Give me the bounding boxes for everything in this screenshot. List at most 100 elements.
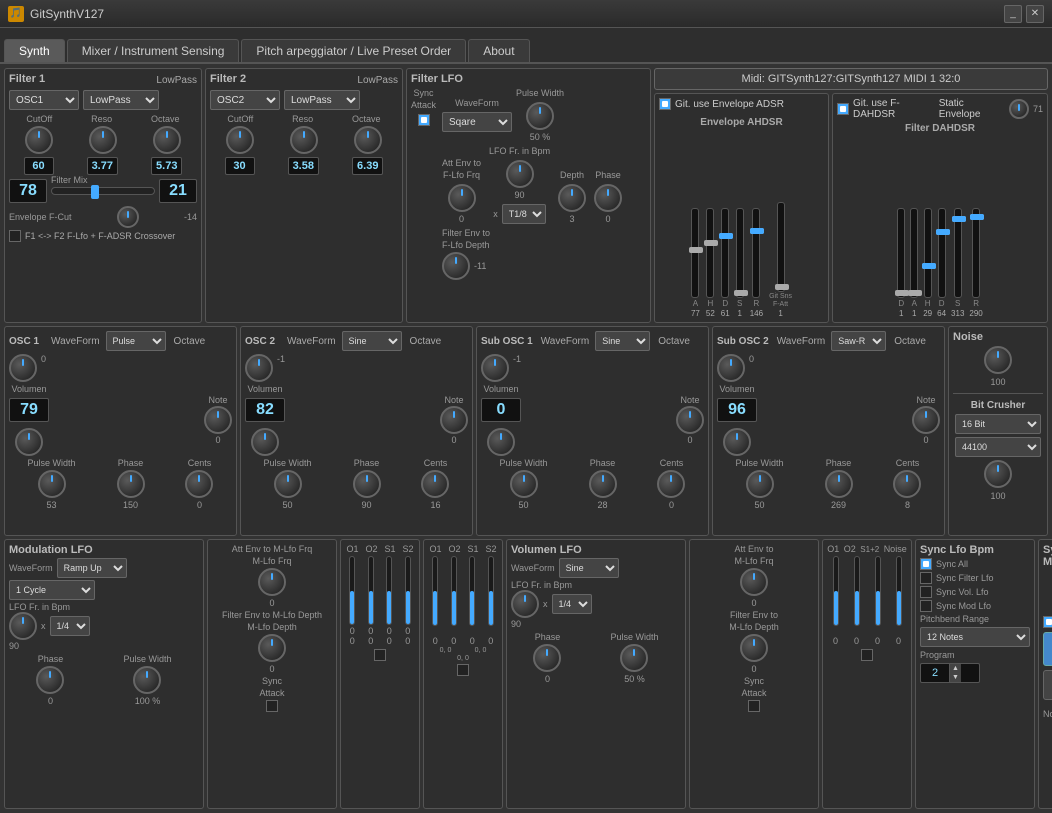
osc1-phase-knob[interactable] [117,470,145,498]
filter2-octave-val[interactable]: 6.39 [352,157,383,175]
filter-mix-val[interactable]: 78 [9,179,47,203]
sub-osc2-vol-knob[interactable] [723,428,751,456]
mod-lfo-t-select[interactable]: 1/4 [50,616,90,636]
osc1-pw-knob[interactable] [38,470,66,498]
filter2-osc-select[interactable]: OSC2 [210,90,280,110]
sub-osc1-note-knob[interactable] [676,406,704,434]
filter2-cutoff-val[interactable]: 30 [225,157,255,175]
transmit-button[interactable]: Transmit this [1043,670,1052,700]
sub-osc2-waveform-select[interactable]: Saw-R [831,331,886,351]
mod-lfo-wf-select[interactable]: Ramp Up [57,558,127,578]
flfo-bpm-knob[interactable] [506,160,534,188]
mod-lfo-phase-knob[interactable] [36,666,64,694]
vol-lfo-pw-knob[interactable] [620,644,648,672]
sync-filter-checkbox[interactable] [920,572,932,584]
program-up-btn[interactable]: ▲ [949,664,961,673]
sub-osc1-vol-val[interactable]: 0 [481,398,521,422]
filter2-octave-knob[interactable] [354,126,382,154]
minimize-button[interactable]: _ [1004,5,1022,23]
filter1-reso-val[interactable]: 3.77 [87,157,118,175]
filter1-cutoff-knob[interactable] [25,126,53,154]
osc2-waveform-knob[interactable] [245,354,273,382]
sync-mod-checkbox[interactable] [920,600,932,612]
osc1-note-knob[interactable] [204,406,232,434]
sub-osc1-phase-knob[interactable] [589,470,617,498]
program-spinbox[interactable]: 2 ▲ ▼ [920,663,980,683]
sync-vol-checkbox[interactable] [920,586,932,598]
osc1-vol-val[interactable]: 79 [9,398,49,422]
osc2-waveform-select[interactable]: Sine [342,331,402,351]
osc1-cents-knob[interactable] [185,470,213,498]
tab-synth[interactable]: Synth [4,39,65,62]
mod-sync-attack-checkbox[interactable] [266,700,278,712]
vol-sync-attack-checkbox[interactable] [748,700,760,712]
sub-osc2-cents-knob[interactable] [893,470,921,498]
vol-vsliders-checkbox[interactable] [861,649,873,661]
filter1-octave-val[interactable]: 5.73 [151,157,182,175]
filter-env-depth-knob[interactable] [442,252,470,280]
flfo-depth-knob[interactable] [558,184,586,212]
filter2-reso-knob[interactable] [290,126,318,154]
sub-osc2-pw-knob[interactable] [746,470,774,498]
filter1-cutoff-val[interactable]: 60 [24,157,54,175]
sub-osc1-waveform-knob[interactable] [481,354,509,382]
mod-lfo-pw-knob[interactable] [133,666,161,694]
noise-knob[interactable] [984,346,1012,374]
program-down-btn[interactable]: ▼ [949,673,961,682]
close-button[interactable]: ✕ [1026,5,1044,23]
git-envelope-adsr-checkbox[interactable] [659,98,671,110]
mod-vsliders1-checkbox[interactable] [374,649,386,661]
osc1-waveform-knob[interactable] [9,354,37,382]
filter1-osc-select[interactable]: OSC1 [9,90,79,110]
vol-lfo-wf-select[interactable]: Sine [559,558,619,578]
osc2-phase-knob[interactable] [353,470,381,498]
sub-osc2-waveform-knob[interactable] [717,354,745,382]
tab-mixer[interactable]: Mixer / Instrument Sensing [67,39,240,62]
osc2-vol-val[interactable]: 82 [245,398,285,422]
sub-osc2-note-knob[interactable] [912,406,940,434]
flfo-pw-knob[interactable] [526,102,554,130]
static-envelope-knob[interactable] [1009,99,1029,119]
mod-att-env-knob[interactable] [258,568,286,596]
filter2-cutoff-knob[interactable] [226,126,254,154]
tab-pitch[interactable]: Pitch arpeggiator / Live Preset Order [241,39,466,62]
osc2-cents-knob[interactable] [421,470,449,498]
filter2-reso-val[interactable]: 3.58 [288,157,319,175]
mod-lfo-cycle-select[interactable]: 1 Cycle [9,580,95,600]
envelope-fcut-val[interactable]: 21 [159,179,197,203]
sub-osc1-cents-knob[interactable] [657,470,685,498]
peak-cutoff-checkbox[interactable] [1043,616,1052,628]
osc2-pw-knob[interactable] [274,470,302,498]
pitchbend-select[interactable]: 12 Notes [920,627,1030,647]
filter1-type-select[interactable]: LowPass [83,90,159,110]
filter-mix-slider[interactable] [51,187,155,195]
filter1-reso-knob[interactable] [89,126,117,154]
sub-osc1-pw-knob[interactable] [510,470,538,498]
mod-vsliders2-checkbox[interactable] [457,664,469,676]
tab-about[interactable]: About [468,39,529,62]
request-preset-button[interactable]: Request Preset [1043,632,1052,666]
vol-lfo-phase-knob[interactable] [533,644,561,672]
envelope-fcut-knob[interactable] [117,206,139,228]
bit-crusher-knob[interactable] [984,460,1012,488]
osc1-vol-knob[interactable] [15,428,43,456]
sub-osc1-vol-knob[interactable] [487,428,515,456]
mod-lfo-bpm-knob[interactable] [9,612,37,640]
crossover-checkbox[interactable] [9,230,21,242]
sub-osc2-vol-val[interactable]: 96 [717,398,757,422]
filter1-octave-knob[interactable] [153,126,181,154]
filter2-type-select[interactable]: LowPass [284,90,360,110]
sync-all-checkbox[interactable] [920,558,932,570]
sample-rate-select[interactable]: 44100 [955,437,1041,457]
flfo-phase-knob[interactable] [594,184,622,212]
vol-lfo-bpm-knob[interactable] [511,590,539,618]
vol-att-env-knob[interactable] [740,568,768,596]
osc2-note-knob[interactable] [440,406,468,434]
osc2-vol-knob[interactable] [251,428,279,456]
bit-depth-select[interactable]: 16 Bit [955,414,1041,434]
mod-filter-env-knob[interactable] [258,634,286,662]
sub-osc2-phase-knob[interactable] [825,470,853,498]
sub-osc1-waveform-select[interactable]: Sine [595,331,650,351]
osc1-waveform-select[interactable]: Pulse [106,331,166,351]
flfo-waveform-select[interactable]: Sqare [442,112,512,132]
